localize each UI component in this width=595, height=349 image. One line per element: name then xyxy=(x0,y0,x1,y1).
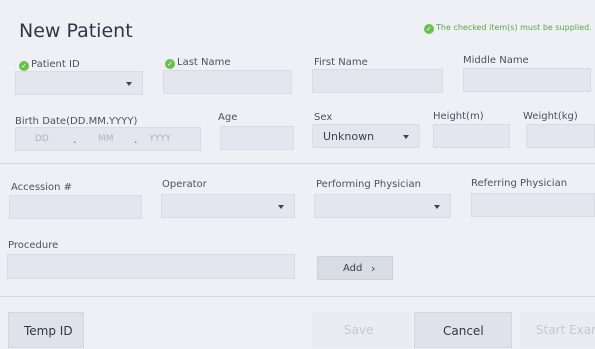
birth-yyyy-placeholder: YYYY xyxy=(149,134,171,144)
add-button-label: Add xyxy=(343,263,363,274)
procedure-input[interactable] xyxy=(7,254,295,279)
patient-id-label: ✓ Patient ID xyxy=(19,59,80,71)
patient-id-label-text: Patient ID xyxy=(31,59,80,70)
operator-select[interactable] xyxy=(161,194,295,218)
save-label: Save xyxy=(344,323,374,337)
date-separator: . xyxy=(134,133,138,146)
first-name-label: First Name xyxy=(314,57,368,68)
middle-name-input[interactable] xyxy=(463,68,591,92)
footer-divider xyxy=(0,296,595,297)
section-divider xyxy=(0,163,595,164)
age-input[interactable] xyxy=(220,126,294,150)
procedure-label: Procedure xyxy=(8,240,59,251)
performing-physician-select[interactable] xyxy=(314,194,451,218)
cancel-button[interactable]: Cancel xyxy=(414,312,512,348)
last-name-label-text: Last Name xyxy=(177,57,231,68)
birth-date-field[interactable]: DD . MM . YYYY xyxy=(15,127,201,151)
first-name-input[interactable] xyxy=(312,69,443,93)
height-input[interactable] xyxy=(433,124,510,148)
performing-physician-label: Performing Physician xyxy=(316,179,421,190)
sex-value: Unknown xyxy=(323,130,375,143)
start-exam-label: Start Exam xyxy=(536,323,595,337)
save-button[interactable]: Save xyxy=(312,312,412,348)
weight-label: Weight(kg) xyxy=(523,111,578,122)
birth-date-label: Birth Date(DD.MM.YYYY) xyxy=(15,116,138,127)
patient-id-select[interactable] xyxy=(15,71,143,95)
last-name-label: ✓ Last Name xyxy=(165,57,231,69)
dialog-title: New Patient xyxy=(19,20,133,42)
sex-select[interactable]: Unknown xyxy=(312,124,420,148)
referring-physician-label: Referring Physician xyxy=(471,178,568,189)
date-separator: . xyxy=(73,133,77,146)
height-label: Height(m) xyxy=(433,111,484,122)
referring-physician-input[interactable] xyxy=(471,193,595,217)
check-icon: ✓ xyxy=(424,24,434,34)
check-icon: ✓ xyxy=(165,59,175,69)
middle-name-label: Middle Name xyxy=(463,55,529,66)
required-notice: ✓ The checked item(s) must be supplied. xyxy=(424,23,592,34)
weight-input[interactable] xyxy=(526,124,595,148)
operator-label: Operator xyxy=(162,179,207,190)
age-label: Age xyxy=(218,112,238,123)
accession-input[interactable] xyxy=(9,195,142,219)
check-icon: ✓ xyxy=(19,61,29,71)
start-exam-button[interactable]: Start Exam xyxy=(520,312,595,348)
temp-id-button[interactable]: Temp ID xyxy=(8,312,84,348)
accession-label: Accession # xyxy=(11,182,73,193)
sex-label: Sex xyxy=(314,112,333,123)
add-procedure-button[interactable]: Add › xyxy=(317,256,393,280)
last-name-input[interactable] xyxy=(163,70,292,94)
required-notice-text: The checked item(s) must be supplied. xyxy=(436,23,592,32)
chevron-right-icon: › xyxy=(371,262,376,275)
birth-dd-placeholder: DD xyxy=(35,134,49,144)
birth-mm-placeholder: MM xyxy=(98,134,114,144)
temp-id-label: Temp ID xyxy=(24,324,73,338)
cancel-label: Cancel xyxy=(443,324,484,338)
